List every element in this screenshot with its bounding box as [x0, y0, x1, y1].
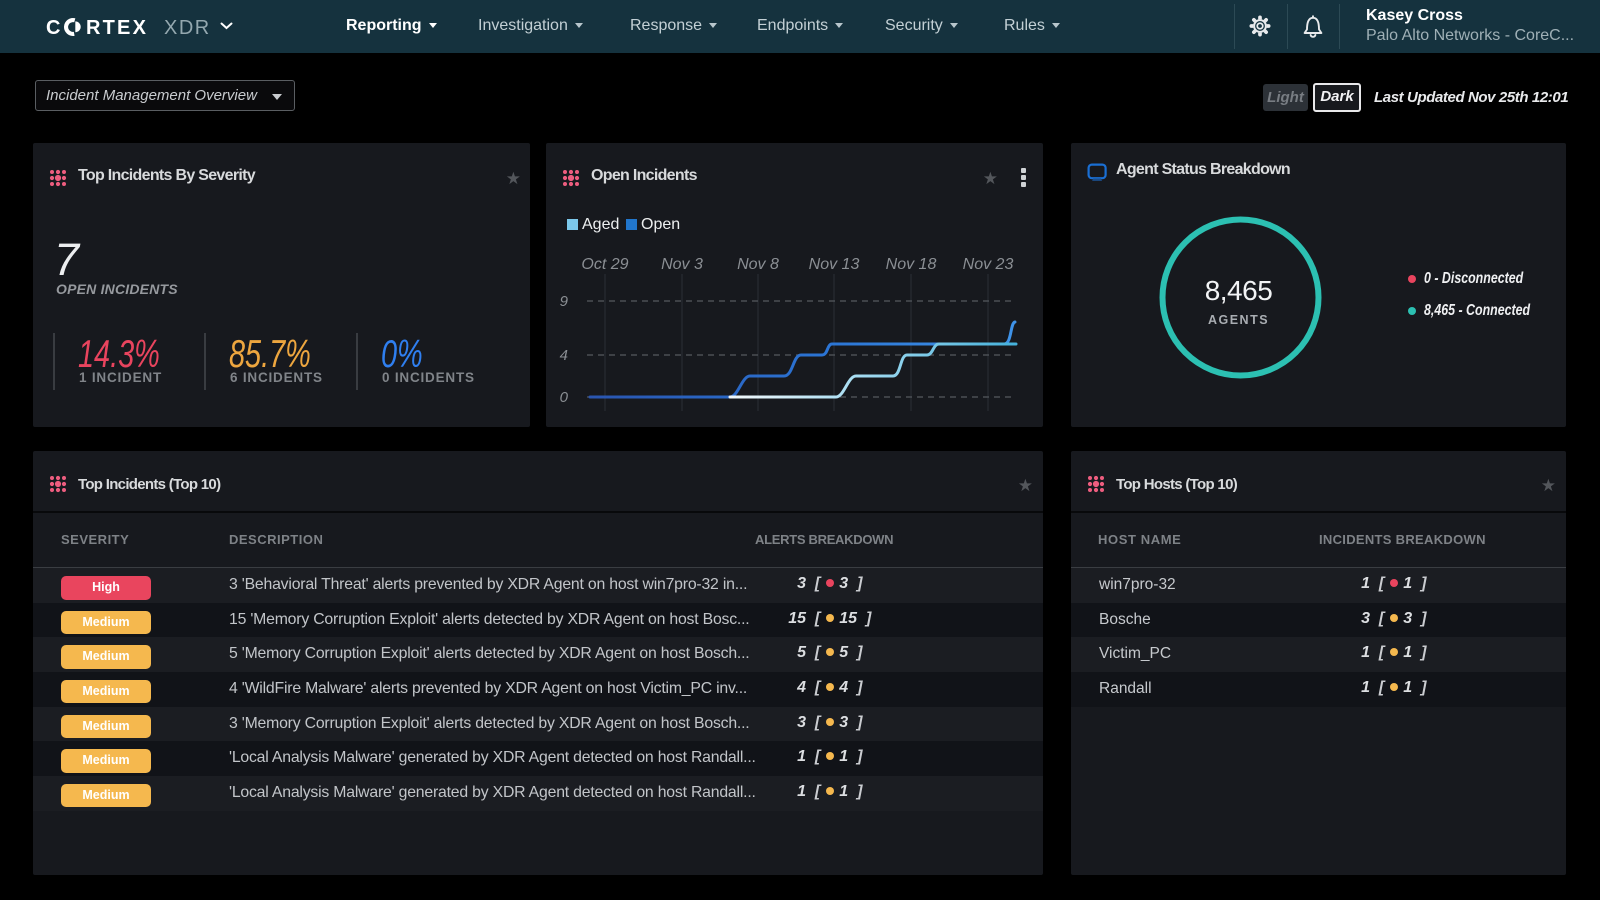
svg-text:4: 4	[560, 347, 568, 364]
svg-text:Nov 3: Nov 3	[661, 256, 703, 273]
svg-text:Nov 18: Nov 18	[886, 256, 937, 273]
svg-text:0: 0	[560, 389, 569, 406]
svg-text:Oct 29: Oct 29	[581, 256, 628, 273]
svg-text:9: 9	[560, 293, 569, 310]
svg-text:Nov 23: Nov 23	[963, 256, 1014, 273]
svg-text:Nov 8: Nov 8	[737, 256, 779, 273]
svg-text:Nov 13: Nov 13	[809, 256, 860, 273]
